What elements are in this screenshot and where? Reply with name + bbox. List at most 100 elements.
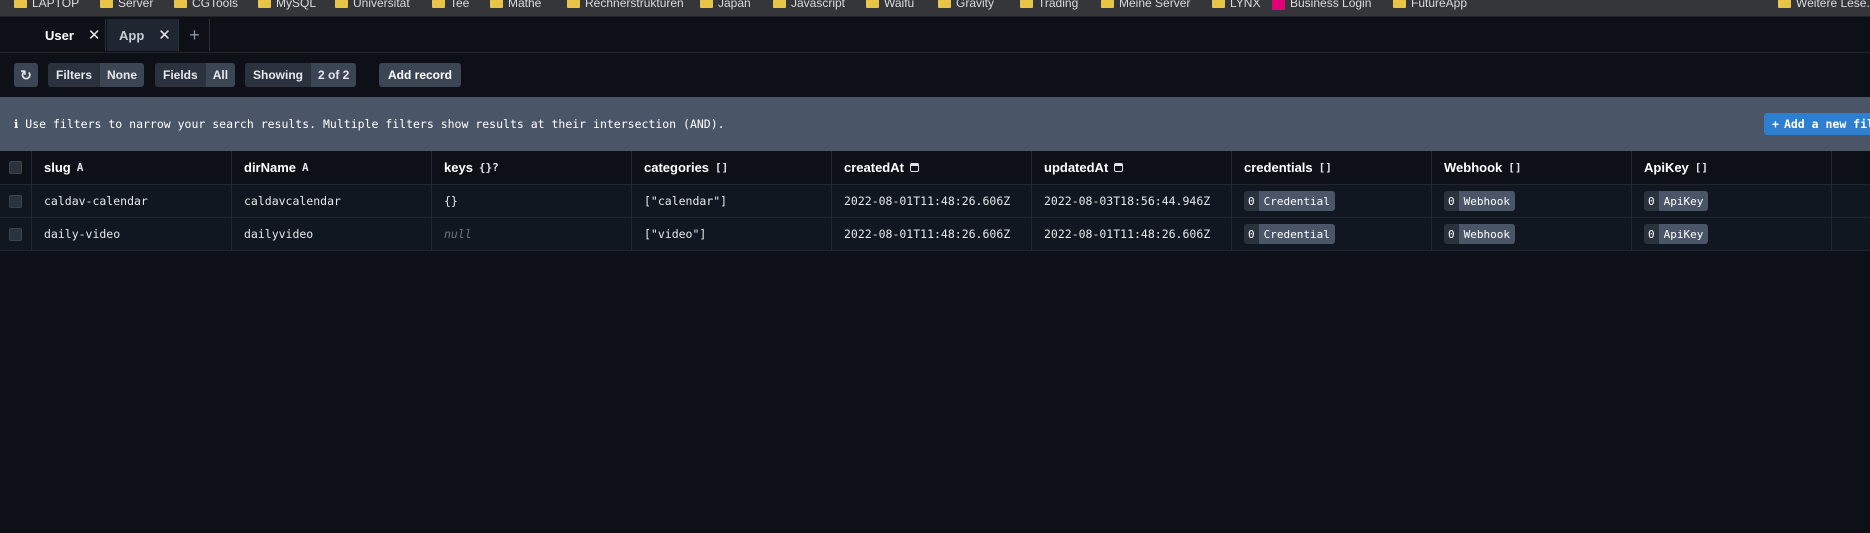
folder-icon	[938, 0, 951, 8]
cell-categories[interactable]: ["calendar"]	[632, 185, 832, 217]
bookmark-japan[interactable]: Japan	[700, 0, 751, 10]
bookmark-business-login[interactable]: Business Login	[1272, 0, 1371, 10]
filter-hint-text: ℹ Use filters to narrow your search resu…	[14, 117, 725, 131]
row-checkbox[interactable]	[9, 227, 22, 241]
cell-dirname[interactable]: dailyvideo	[232, 218, 432, 250]
folder-icon	[1101, 0, 1114, 8]
credential-relation-badge[interactable]: 0 Credential	[1244, 191, 1335, 211]
webhook-relation-badge[interactable]: 0 Webhook	[1444, 191, 1515, 211]
bookmark-mathe[interactable]: Mathe	[490, 0, 541, 10]
column-header-updatedat[interactable]: updatedAt	[1032, 151, 1232, 184]
list-type-icon: []	[715, 161, 729, 174]
model-tabs: User ✕ App ✕ +	[0, 17, 1870, 53]
column-header-dirname[interactable]: dirName A	[232, 151, 432, 184]
folder-icon	[490, 0, 503, 8]
bookmark-meine-server[interactable]: Meine Server	[1101, 0, 1190, 10]
list-type-icon: []	[1694, 161, 1709, 174]
folder-icon	[1778, 0, 1791, 8]
folder-icon	[700, 0, 713, 8]
column-header-keys[interactable]: keys {}?	[432, 151, 632, 184]
bookmark-weitere-lesezeichen[interactable]: Weitere Lese...	[1778, 0, 1870, 10]
json-type-icon: {}?	[478, 161, 499, 174]
column-header-credentials[interactable]: credentials[]	[1232, 151, 1432, 184]
fields-button[interactable]: Fields All	[155, 63, 236, 87]
column-header-createdat[interactable]: createdAt	[832, 151, 1032, 184]
add-record-button[interactable]: Add record	[379, 63, 462, 87]
apikey-relation-badge[interactable]: 0 ApiKey	[1644, 191, 1709, 211]
calendar-icon	[909, 163, 919, 172]
add-filter-button[interactable]: + Add a new fil	[1764, 113, 1870, 135]
column-header-categories[interactable]: categories[]	[632, 151, 832, 184]
telekom-logo-icon	[1272, 0, 1285, 10]
refresh-icon: ↻	[20, 66, 32, 83]
bookmark-futureapp[interactable]: FutureApp	[1393, 0, 1467, 10]
folder-icon	[773, 0, 786, 8]
column-header-apikey[interactable]: ApiKey[]	[1632, 151, 1832, 184]
folder-icon	[335, 0, 348, 8]
table-row[interactable]: daily-video dailyvideo null ["video"] 20…	[0, 218, 1870, 251]
bookmark-cgtools[interactable]: CGTools	[174, 0, 238, 10]
table-header: slug A dirName A keys {}? categories[] crea…	[0, 151, 1870, 185]
tab-app[interactable]: App ✕	[107, 19, 179, 51]
folder-icon	[1393, 0, 1406, 8]
folder-icon	[258, 0, 271, 8]
cell-updatedat[interactable]: 2022-08-01T11:48:26.606Z	[1032, 218, 1232, 250]
string-type-icon: A	[302, 161, 309, 174]
credential-relation-badge[interactable]: 0 Credential	[1244, 224, 1335, 244]
select-all-checkbox[interactable]	[9, 161, 22, 174]
string-type-icon: A	[76, 161, 84, 174]
cell-keys[interactable]: null	[432, 218, 632, 250]
list-type-icon: []	[1318, 161, 1332, 174]
records-table: slug A dirName A keys {}? categories[] crea…	[0, 151, 1870, 251]
cell-updatedat[interactable]: 2022-08-03T18:56:44.946Z	[1032, 185, 1232, 217]
bookmark-mysql[interactable]: MySQL	[258, 0, 316, 10]
webhook-relation-badge[interactable]: 0 Webhook	[1444, 224, 1515, 244]
row-checkbox[interactable]	[9, 194, 22, 208]
apikey-relation-badge[interactable]: 0 ApiKey	[1644, 224, 1709, 244]
bookmark-universitaet[interactable]: Universität	[335, 0, 410, 10]
cell-createdat[interactable]: 2022-08-01T11:48:26.606Z	[832, 218, 1032, 250]
showing-button[interactable]: Showing 2 of 2	[245, 63, 357, 87]
bookmark-gravity[interactable]: Gravity	[938, 0, 994, 10]
filters-button[interactable]: Filters None	[48, 63, 145, 87]
cell-credentials: 0 Credential	[1232, 185, 1432, 217]
refresh-button[interactable]: ↻	[14, 63, 38, 87]
list-type-icon: []	[1508, 161, 1522, 174]
table-row[interactable]: caldav-calendar caldavcalendar {} ["cale…	[0, 185, 1870, 218]
bookmark-laptop[interactable]: LAPTOP	[14, 0, 79, 10]
add-tab-button[interactable]: +	[180, 19, 210, 51]
cell-apikey: 0 ApiKey	[1632, 185, 1832, 217]
bookmark-rechnerstrukturen[interactable]: Rechnerstrukturen	[567, 0, 684, 10]
tab-label: User	[45, 27, 74, 43]
close-icon[interactable]: ✕	[158, 26, 171, 44]
bookmark-server[interactable]: Server	[100, 0, 153, 10]
bookmark-javascript[interactable]: Javascript	[773, 0, 845, 10]
plus-icon: +	[1772, 117, 1779, 131]
folder-icon	[1212, 0, 1225, 8]
bookmark-tee[interactable]: Tee	[432, 0, 469, 10]
folder-icon	[866, 0, 879, 8]
cell-slug[interactable]: caldav-calendar	[32, 185, 232, 217]
bookmarks-bar: LAPTOP Server CGTools MySQL Universität …	[0, 0, 1870, 17]
bookmark-lynx[interactable]: LYNX	[1212, 0, 1260, 10]
column-header-webhook[interactable]: Webhook[]	[1432, 151, 1632, 184]
cell-dirname[interactable]: caldavcalendar	[232, 185, 432, 217]
folder-icon	[1020, 0, 1033, 8]
calendar-icon	[1114, 163, 1124, 172]
cell-keys[interactable]: {}	[432, 185, 632, 217]
cell-categories[interactable]: ["video"]	[632, 218, 832, 250]
folder-icon	[174, 0, 187, 8]
folder-icon	[432, 0, 445, 8]
cell-slug[interactable]: daily-video	[32, 218, 232, 250]
folder-icon	[567, 0, 580, 8]
tab-user[interactable]: User ✕	[33, 19, 106, 51]
bookmark-trading[interactable]: Trading	[1020, 0, 1078, 10]
plus-icon: +	[189, 24, 200, 45]
column-header-slug[interactable]: slug A	[32, 151, 232, 184]
cell-createdat[interactable]: 2022-08-01T11:48:26.606Z	[832, 185, 1032, 217]
close-icon[interactable]: ✕	[88, 26, 101, 44]
cell-credentials: 0 Credential	[1232, 218, 1432, 250]
cell-webhook: 0 Webhook	[1432, 185, 1632, 217]
toolbar: ↻ Filters None Fields All Showing 2 of 2…	[0, 54, 1870, 96]
bookmark-waifu[interactable]: Waifu	[866, 0, 914, 10]
